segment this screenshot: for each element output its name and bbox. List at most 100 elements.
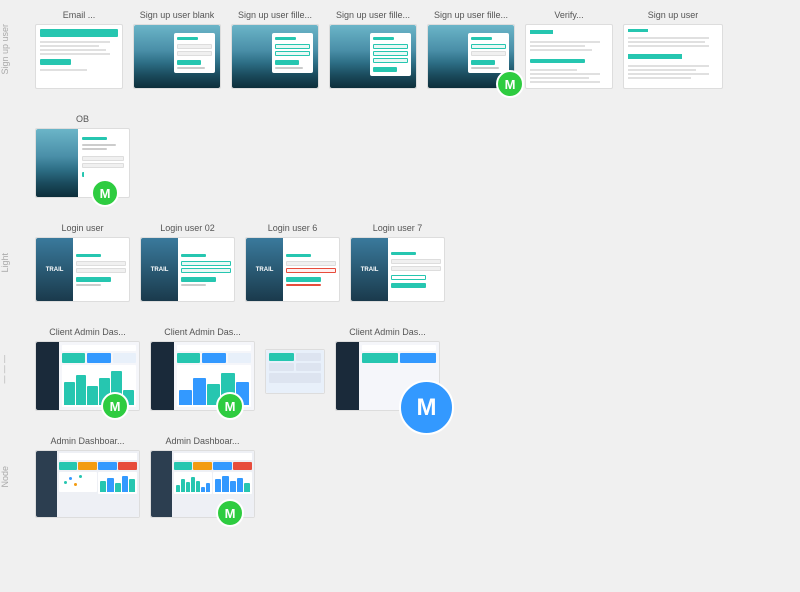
client-admin-section: — — — Client Admin Das... xyxy=(0,327,790,411)
signup-content: Email ... xyxy=(35,10,790,89)
frame-verify[interactable]: Verify... xyxy=(525,10,613,89)
frame-login6-thumb: TRAIL xyxy=(245,237,340,302)
client-admin-content: Client Admin Das... xyxy=(35,327,790,411)
login-frames-row: Login user TRAIL xyxy=(35,223,790,302)
badge-m-ob: M xyxy=(91,179,119,207)
frame-login7[interactable]: Login user 7 TRAIL xyxy=(350,223,445,302)
frame-client-admin1-thumb: M xyxy=(35,341,140,411)
login-content: Login user TRAIL xyxy=(35,223,790,302)
frame-ob[interactable]: OB xyxy=(35,114,130,198)
admin-sidebar2 xyxy=(151,342,174,410)
login02-right xyxy=(178,238,234,301)
dash-sidebar1 xyxy=(36,451,57,517)
admin-sidebar1 xyxy=(36,342,59,410)
frame-ob-thumb: M xyxy=(35,128,130,198)
frame-client-admin2-label: Client Admin Das... xyxy=(164,327,241,337)
badge-m-dash2: M xyxy=(216,499,244,527)
email-btn xyxy=(40,59,71,65)
login-section: Light Login user TRAIL xyxy=(0,223,790,302)
frame-client-admin-mini-thumb xyxy=(265,349,325,394)
badge-m-admin1: M xyxy=(101,392,129,420)
email-header xyxy=(40,29,118,37)
frame-signup-filled1[interactable]: Sign up user fille... xyxy=(231,10,319,89)
ob-section: OB xyxy=(0,114,790,198)
node-frames-row: Admin Dashboar... xyxy=(35,436,790,518)
frame-email-thumb xyxy=(35,24,123,89)
frame-client-admin3-label: Client Admin Das... xyxy=(349,327,426,337)
dash-sidebar2 xyxy=(151,451,172,517)
frame-email[interactable]: Email ... xyxy=(35,10,123,89)
frame-email-label: Email ... xyxy=(63,10,96,20)
frame-signup-final-label: Sign up user xyxy=(648,10,699,20)
frame-signup-blank-label: Sign up user blank xyxy=(140,10,215,20)
frame-client-admin3[interactable]: Client Admin Das... xyxy=(335,327,440,411)
frame-admin-dash1-label: Admin Dashboar... xyxy=(50,436,124,446)
badge-m-signup3: M xyxy=(496,70,524,98)
frame-signup-filled3-label: Sign up user fille... xyxy=(434,10,508,20)
frame-signup-blank[interactable]: Sign up user blank xyxy=(133,10,221,89)
frame-client-admin2[interactable]: Client Admin Das... xyxy=(150,327,255,411)
frame-client-admin1[interactable]: Client Admin Das... xyxy=(35,327,140,411)
frame-login-user[interactable]: Login user TRAIL xyxy=(35,223,130,302)
email-line5 xyxy=(40,69,87,71)
frame-client-admin2-thumb: M xyxy=(150,341,255,411)
login-left-panel: TRAIL xyxy=(36,238,73,301)
frame-admin-dash2-thumb: M xyxy=(150,450,255,518)
frame-verify-label: Verify... xyxy=(554,10,583,20)
frame-login7-thumb: TRAIL xyxy=(350,237,445,302)
frame-signup-filled2[interactable]: Sign up user fille... xyxy=(329,10,417,89)
frame-signup-filled2-thumb xyxy=(329,24,417,89)
node-content: Admin Dashboar... xyxy=(35,436,790,518)
frame-signup-filled2-label: Sign up user fille... xyxy=(336,10,410,20)
frame-login7-label: Login user 7 xyxy=(373,223,423,233)
content-area: Sign up user Email ... xyxy=(0,0,800,553)
ob-content: OB xyxy=(35,114,790,198)
frame-login02-label: Login user 02 xyxy=(160,223,215,233)
login6-left: TRAIL xyxy=(246,238,283,301)
frame-admin-dash1-thumb xyxy=(35,450,140,518)
frame-signup-filled1-thumb xyxy=(231,24,319,89)
badge-m-admin3: M xyxy=(399,380,454,435)
frame-admin-dash2[interactable]: Admin Dashboar... xyxy=(150,436,255,518)
frame-admin-dash2-label: Admin Dashboar... xyxy=(165,436,239,446)
frame-admin-dash1[interactable]: Admin Dashboar... xyxy=(35,436,140,518)
badge-m-admin2: M xyxy=(216,392,244,420)
frame-login02-thumb: TRAIL xyxy=(140,237,235,302)
frame-login-label: Login user xyxy=(61,223,103,233)
login7-right xyxy=(388,238,444,301)
frame-login6[interactable]: Login user 6 TRAIL xyxy=(245,223,340,302)
dash-content1 xyxy=(57,451,139,517)
frame-signup-final-thumb xyxy=(623,24,723,89)
frame-client-admin1-label: Client Admin Das... xyxy=(49,327,126,337)
email-line1 xyxy=(40,41,110,43)
signup-form xyxy=(174,33,215,73)
frame-signup-blank-thumb xyxy=(133,24,221,89)
node-section-label: Node xyxy=(0,466,35,488)
ob-mountain xyxy=(36,129,78,197)
frame-client-admin3-thumb: M xyxy=(335,341,440,411)
login-section-label: Light xyxy=(0,253,35,273)
signup-frames-row: Email ... xyxy=(35,10,790,89)
frame-signup-filled3[interactable]: Sign up user fille... xyxy=(427,10,515,89)
email-line4 xyxy=(40,53,110,55)
login6-right xyxy=(283,238,339,301)
signup-section-label: Sign up user xyxy=(0,24,35,75)
login02-left: TRAIL xyxy=(141,238,178,301)
client-admin-label: — — — xyxy=(0,355,35,383)
frame-client-admin-mini[interactable] xyxy=(265,345,325,394)
ob-frames-row: OB xyxy=(35,114,790,198)
frame-login02[interactable]: Login user 02 TRAIL xyxy=(140,223,235,302)
admin-sidebar3 xyxy=(336,342,359,410)
login7-left: TRAIL xyxy=(351,238,388,301)
frame-signup-final[interactable]: Sign up user xyxy=(623,10,723,89)
frame-ob-label: OB xyxy=(76,114,89,124)
frame-login-thumb: TRAIL xyxy=(35,237,130,302)
signup-section: Sign up user Email ... xyxy=(0,10,790,89)
frame-signup-filled3-thumb: M xyxy=(427,24,515,89)
client-admin-frames-row: Client Admin Das... xyxy=(35,327,790,411)
frame-verify-thumb xyxy=(525,24,613,89)
email-line2 xyxy=(40,45,99,47)
email-line3 xyxy=(40,49,106,51)
node-section: Node Admin Dashboar... xyxy=(0,436,790,518)
signup-form2 xyxy=(272,33,313,73)
